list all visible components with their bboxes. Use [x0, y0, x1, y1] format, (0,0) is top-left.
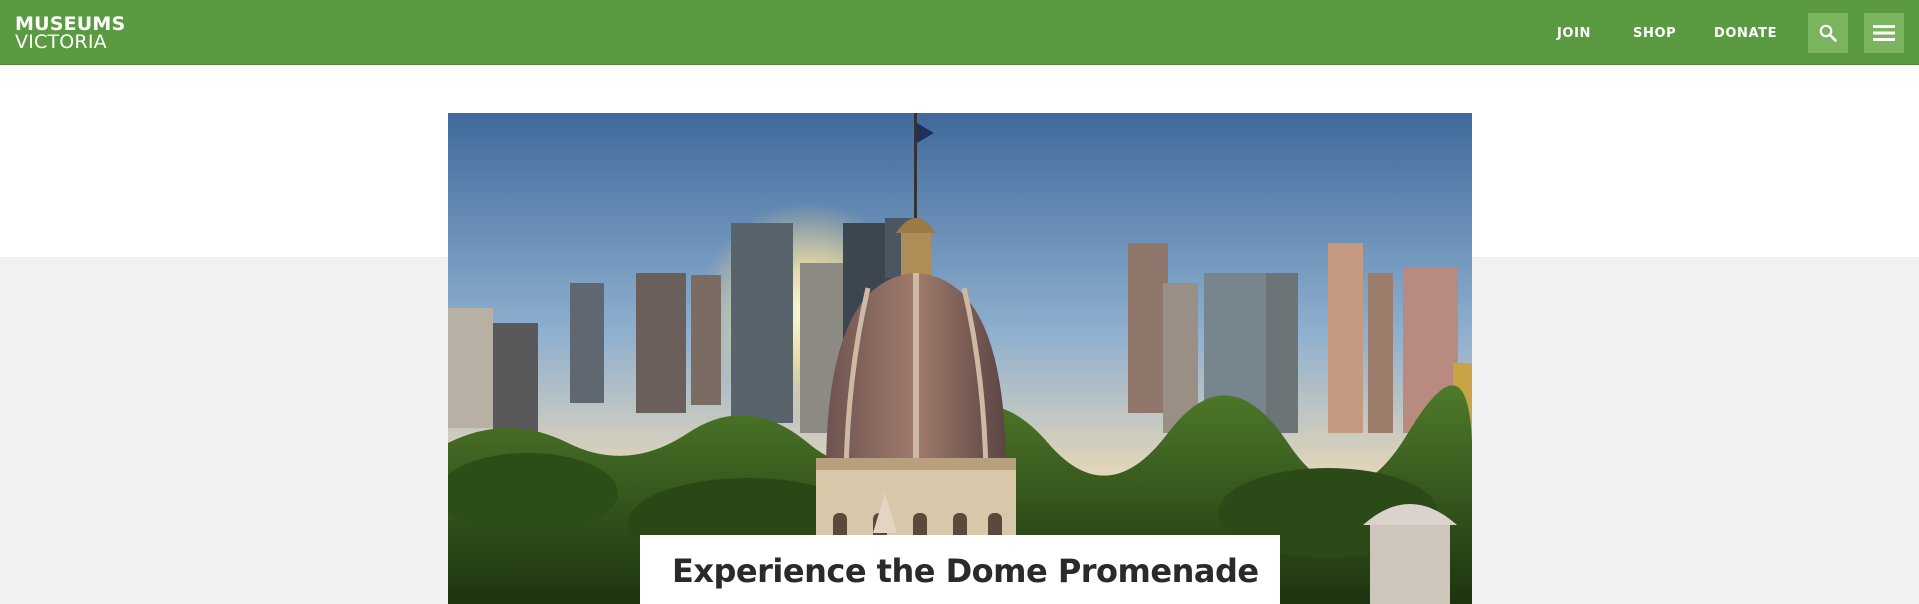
- hamburger-menu-icon: [1873, 25, 1895, 41]
- search-button[interactable]: [1808, 13, 1848, 53]
- site-header: MUSEUMS VICTORIA JOIN SHOP DONATE: [0, 0, 1919, 65]
- menu-button[interactable]: [1864, 13, 1904, 53]
- hero-caption-title: Experience the Dome Promenade: [672, 552, 1259, 590]
- hero-image: Experience the Dome Promenade: [448, 113, 1472, 604]
- search-icon: [1819, 24, 1837, 42]
- dome-skyline-illustration: [448, 113, 1472, 604]
- logo-line-2: VICTORIA: [15, 31, 107, 53]
- hero-caption-card[interactable]: Experience the Dome Promenade: [640, 535, 1280, 604]
- museums-victoria-logo[interactable]: MUSEUMS VICTORIA: [15, 15, 125, 53]
- nav-shop-link[interactable]: SHOP: [1633, 26, 1676, 41]
- nav-donate-link[interactable]: DONATE: [1714, 26, 1777, 41]
- nav-join-link[interactable]: JOIN: [1557, 26, 1591, 41]
